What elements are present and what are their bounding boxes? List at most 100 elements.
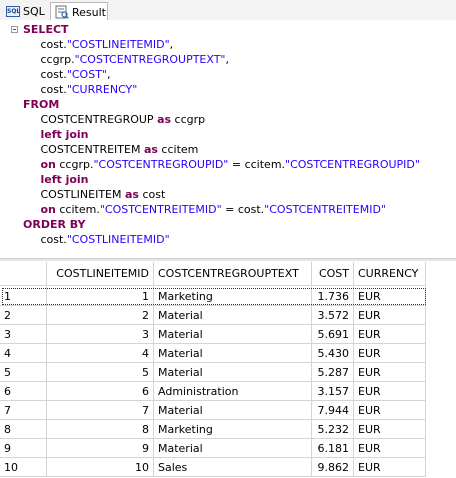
cell-cost[interactable]: 6.181 xyxy=(312,439,354,458)
sql-line: left join xyxy=(23,127,89,142)
sql-icon: SQL xyxy=(6,5,21,17)
cell-costcentregrouptext[interactable]: Material xyxy=(154,439,312,458)
sql-identifier: "COSTCENTREGROUPID" xyxy=(93,158,229,171)
column-header-cost[interactable]: COST xyxy=(312,262,354,286)
sql-line: ccgrp."COSTCENTREGROUPTEXT", xyxy=(23,52,229,67)
cell-costlineitemid[interactable]: 9 xyxy=(47,439,154,458)
sql-line: COSTCENTREITEM as ccitem xyxy=(23,142,198,157)
column-header-costlineitemid[interactable]: COSTLINEITEMID xyxy=(47,262,154,286)
cell-costcentregrouptext[interactable]: Material xyxy=(154,306,312,325)
sql-keyword: ORDER BY xyxy=(23,218,86,231)
cell-currency[interactable]: EUR xyxy=(354,458,426,477)
row-number-cell[interactable]: 9 xyxy=(0,439,47,458)
sql-line: left join xyxy=(23,172,88,187)
sql-text: , xyxy=(225,53,230,66)
cell-costlineitemid[interactable]: 10 xyxy=(47,458,154,477)
column-header-currency[interactable]: CURRENCY xyxy=(354,262,426,286)
tab-sql[interactable]: SQL SQL xyxy=(2,2,48,20)
sql-editor[interactable]: SELECT cost."COSTLINEITEMID", ccgrp."COS… xyxy=(0,20,456,260)
cell-currency[interactable]: EUR xyxy=(354,420,426,439)
row-number-cell[interactable]: 5 xyxy=(0,363,47,382)
cell-costlineitemid[interactable]: 1 xyxy=(47,287,154,306)
cell-costlineitemid[interactable]: 5 xyxy=(47,363,154,382)
sql-text: cost. xyxy=(23,38,67,51)
cell-currency[interactable]: EUR xyxy=(354,363,426,382)
cell-costlineitemid[interactable]: 2 xyxy=(47,306,154,325)
cell-costcentregrouptext[interactable]: Marketing xyxy=(154,420,312,439)
sql-line: COSTCENTREGROUP as ccgrp xyxy=(23,112,205,127)
tab-sql-label: SQL xyxy=(23,4,45,18)
sql-line: on ccgrp."COSTCENTREGROUPID" = ccitem."C… xyxy=(23,157,419,172)
cell-cost[interactable]: 9.862 xyxy=(312,458,354,477)
cell-costcentregrouptext[interactable]: Material xyxy=(154,401,312,420)
cell-currency[interactable]: EUR xyxy=(354,344,426,363)
sql-text: cost. xyxy=(23,68,67,81)
cell-costcentregrouptext[interactable]: Material xyxy=(154,363,312,382)
sql-line: cost."CURRENCY" xyxy=(23,82,137,97)
table-row[interactable]: 3 3 Material 5.691 EUR xyxy=(0,325,456,344)
sql-line: SELECT xyxy=(23,22,69,37)
cell-cost[interactable]: 5.430 xyxy=(312,344,354,363)
table-row[interactable]: 4 4 Material 5.430 EUR xyxy=(0,344,456,363)
sql-text: ccgrp. xyxy=(55,158,94,171)
table-row[interactable]: 7 7 Material 7.944 EUR xyxy=(0,401,456,420)
row-number-cell[interactable]: 6 xyxy=(0,382,47,401)
cell-costlineitemid[interactable]: 6 xyxy=(47,382,154,401)
cell-costcentregrouptext[interactable]: Administration xyxy=(154,382,312,401)
column-header-costcentregrouptext[interactable]: COSTCENTREGROUPTEXT xyxy=(154,262,312,286)
table-row[interactable]: 6 6 Administration 3.157 EUR xyxy=(0,382,456,401)
sql-text: , xyxy=(169,38,174,51)
pane-splitter[interactable] xyxy=(0,258,456,261)
sql-line: ORDER BY xyxy=(23,217,86,232)
sql-text: cost. xyxy=(23,233,67,246)
cell-cost[interactable]: 1.736 xyxy=(312,287,354,306)
cell-currency[interactable]: EUR xyxy=(354,382,426,401)
sql-line: on ccitem."COSTCENTREITEMID" = cost."COS… xyxy=(23,202,386,217)
row-number-cell[interactable]: 2 xyxy=(0,306,47,325)
row-number-cell[interactable]: 10 xyxy=(0,458,47,477)
sql-text: = cost. xyxy=(221,203,265,216)
cell-currency[interactable]: EUR xyxy=(354,306,426,325)
cell-costlineitemid[interactable]: 3 xyxy=(47,325,154,344)
sql-line: cost."COST", xyxy=(23,67,110,82)
table-row[interactable]: 8 8 Marketing 5.232 EUR xyxy=(0,420,456,439)
sql-keyword: as xyxy=(124,188,139,201)
sql-keyword: left join xyxy=(40,128,89,141)
cell-currency[interactable]: EUR xyxy=(354,401,426,420)
cell-cost[interactable]: 3.572 xyxy=(312,306,354,325)
row-number-cell[interactable]: 3 xyxy=(0,325,47,344)
cell-currency[interactable]: EUR xyxy=(354,325,426,344)
table-row[interactable]: 2 2 Material 3.572 EUR xyxy=(0,306,456,325)
collapse-toggle-icon[interactable] xyxy=(11,26,18,33)
tab-result[interactable]: Result xyxy=(50,2,108,21)
cell-currency[interactable]: EUR xyxy=(354,439,426,458)
row-number-cell[interactable]: 1 xyxy=(0,287,47,306)
cell-costcentregrouptext[interactable]: Sales xyxy=(154,458,312,477)
sql-text: ccgrp. xyxy=(23,53,75,66)
cell-cost[interactable]: 5.691 xyxy=(312,325,354,344)
row-number-cell[interactable]: 8 xyxy=(0,420,47,439)
cell-costlineitemid[interactable]: 8 xyxy=(47,420,154,439)
table-row[interactable]: 9 9 Material 6.181 EUR xyxy=(0,439,456,458)
cell-costlineitemid[interactable]: 7 xyxy=(47,401,154,420)
cell-cost[interactable]: 7.944 xyxy=(312,401,354,420)
cell-costcentregrouptext[interactable]: Material xyxy=(154,344,312,363)
cell-currency[interactable]: EUR xyxy=(354,287,426,306)
cell-cost[interactable]: 5.287 xyxy=(312,363,354,382)
sql-identifier: "COSTCENTREGROUPTEXT" xyxy=(74,53,226,66)
cell-costcentregrouptext[interactable]: Material xyxy=(154,325,312,344)
cell-costcentregrouptext[interactable]: Marketing xyxy=(154,287,312,306)
sql-identifier: "COST" xyxy=(66,68,107,81)
cell-cost[interactable]: 3.157 xyxy=(312,382,354,401)
table-row[interactable]: 5 5 Material 5.287 EUR xyxy=(0,363,456,382)
row-number-cell[interactable]: 4 xyxy=(0,344,47,363)
sql-identifier: "CURRENCY" xyxy=(66,83,138,96)
row-number-header xyxy=(0,262,47,286)
cell-cost[interactable]: 5.232 xyxy=(312,420,354,439)
table-row[interactable]: 1 1 Marketing 1.736 EUR xyxy=(0,287,456,306)
cell-costlineitemid[interactable]: 4 xyxy=(47,344,154,363)
row-number-cell[interactable]: 7 xyxy=(0,401,47,420)
table-row[interactable]: 10 10 Sales 9.862 EUR xyxy=(0,458,456,477)
result-grid[interactable]: COSTLINEITEMID COSTCENTREGROUPTEXT COST … xyxy=(0,262,456,478)
